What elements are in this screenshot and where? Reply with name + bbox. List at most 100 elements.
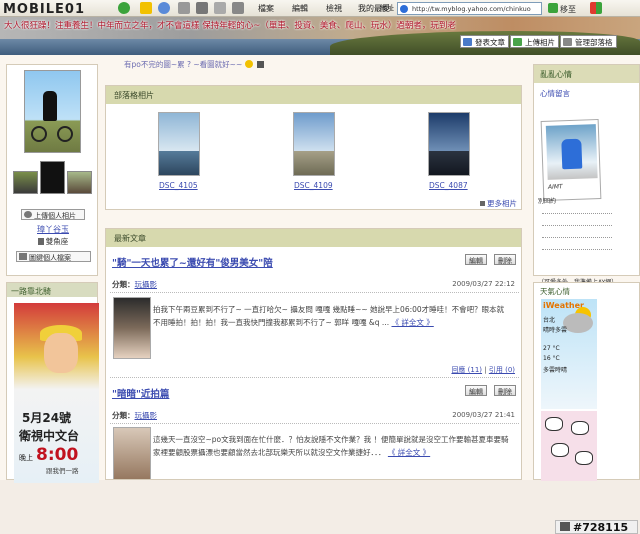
profile-details-label: 圖鍵個人檔案 [29, 254, 71, 262]
photo-caption-2[interactable]: DSC_4109 [294, 181, 333, 190]
article-2-date: 2009/03/27 21:41 [452, 411, 515, 419]
smiley-icon [244, 60, 253, 68]
go-arrow-icon [548, 3, 558, 13]
ad-face [44, 333, 78, 373]
weather-rain: 多雲時晴 [543, 367, 568, 374]
ad-time: 晚上 8:00 [19, 445, 79, 465]
article-1-date: 2009/03/27 22:12 [452, 280, 515, 288]
mood-header: 亂亂心情 [534, 65, 639, 83]
cow-decoration [541, 411, 597, 481]
ie-page-icon [400, 5, 408, 13]
person-icon [37, 238, 44, 245]
weather-low: 16 °C [543, 355, 560, 362]
article-2-excerpt: 這幾天一直沒空~po文我到面在忙什麼．？怕友說隱不文作業？我 ！便簡單說就是沒空… [153, 435, 509, 457]
blog-title: 大人很狂躁！注重養生！中年而立之年，才不會這樣 保持年輕的心~（單車、投資、美食… [4, 21, 456, 31]
article-1-excerpt: 拍我下午兩豆累到不行了~ 一直打哈欠~ 攝友問 嘎嘎 幾點睡~~ 她說早上06:… [153, 305, 505, 327]
photo-caption-3[interactable]: DSC_4087 [429, 181, 468, 190]
go-label: 移至 [560, 5, 576, 14]
mood-panel: 亂亂心情 心情留言 AIMT 別回約 （可愛多外 - 我準備上AY網） [533, 64, 640, 286]
blog-photos-panel: 部落格相片 DSC_4105 DSC_4109 DSC_4087 更多相片 [105, 85, 522, 210]
weather-box[interactable]: iWeather 台北 晴時多雲 27 °C 16 °C 多雲時晴 [541, 299, 597, 409]
upload-profile-label: 上傳個人相片 [34, 212, 76, 220]
favorites-star-icon[interactable] [140, 2, 152, 14]
counter-icon [560, 522, 570, 531]
post-article-button[interactable]: 發表文章 [460, 35, 509, 48]
pencil-icon [463, 38, 472, 46]
mood-polaroid: AIMT [540, 119, 602, 201]
blog-banner: 大人很狂躁！注重養生！中年而立之年，才不會這樣 保持年輕的心~（單車、投資、美食… [0, 17, 640, 55]
weather-desc: 晴時多雲 [543, 327, 568, 334]
article-1-footer: 回應 (11) | 引用 (0) [451, 366, 515, 374]
tools-icon[interactable] [232, 2, 244, 14]
mood-note-lines [542, 203, 612, 263]
blog-subtitle: 有po不完的圖~累 ? ~看圖就好~~ [124, 59, 265, 70]
menu-file[interactable]: 檔案 [258, 3, 274, 14]
camera-icon [24, 211, 32, 218]
windows-flag-icon [590, 2, 602, 14]
tv-show-ad-image[interactable]: 5月24號 衛視中文台 晚上 8:00 跟我們一路 [14, 303, 99, 483]
article-2-image[interactable] [113, 427, 151, 479]
upload-profile-photo-button[interactable]: 上傳個人相片 [21, 209, 85, 220]
left-advertisement: 一路靠北騎 5月24號 衛視中文台 晚上 8:00 跟我們一路 [6, 282, 99, 483]
article-1-delete-button[interactable]: 刪除 [494, 254, 516, 265]
profile-details-button[interactable]: 圖鍵個人檔案 [16, 251, 91, 262]
article-title-2[interactable]: "暗暗"近拍篇 [112, 386, 169, 400]
go-button[interactable]: 移至 [546, 2, 586, 15]
address-label: 網址 [380, 4, 394, 12]
profile-thumb-3[interactable] [67, 171, 92, 194]
ad-date: 5月24號 [22, 411, 72, 425]
mood-message-link[interactable]: 心情留言 [540, 88, 570, 99]
menu-edit[interactable]: 編輯 [292, 3, 308, 14]
ad-channel: 衛視中文台 [19, 429, 80, 443]
profile-thumb-2[interactable] [40, 161, 65, 194]
latest-articles-panel: 最新文章 "騎"一天也累了~還好有"俊男美女"陪 編輯 刪除 分類：玩攝影 20… [105, 228, 522, 480]
settings-icon [563, 38, 572, 46]
profile-card-icon [19, 253, 27, 260]
left-ad-header: 一路靠北騎 [7, 283, 97, 297]
edit-subtitle-icon[interactable] [257, 61, 265, 68]
mobile01-logo: MOBILE01 [3, 2, 85, 17]
cyclist-figure [43, 91, 57, 121]
upload-photo-button[interactable]: 上傳相片 [510, 35, 559, 48]
mail-icon[interactable] [214, 2, 226, 14]
bike-wheel-back [31, 126, 47, 142]
weather-widget: 天氣心情 iWeather 台北 晴時多雲 27 °C 16 °C 多雲時晴 [533, 282, 640, 481]
polaroid-caption: AIMT [547, 183, 563, 191]
address-value: http://tw.myblog.yahoo.com/chinkuo [412, 5, 531, 13]
blog-main: 有po不完的圖~累 ? ~看圖就好~~ 上傳個人相片 璋丫谷玉 雙魚座 圖鍵個人… [0, 55, 640, 534]
article-1-category: 分類：玩攝影 [112, 280, 157, 289]
visitor-counter: #728115 [555, 520, 638, 534]
post-article-label: 發表文章 [475, 38, 505, 47]
article-title-1[interactable]: "騎"一天也累了~還好有"俊男美女"陪 [112, 255, 273, 269]
manage-blog-label: 管理部落格 [575, 38, 613, 47]
photo-icon [513, 38, 522, 46]
print-icon[interactable] [196, 2, 208, 14]
weather-temp: 27 °C [543, 345, 560, 352]
polaroid-photo [545, 124, 598, 180]
profile-name-link[interactable]: 璋丫谷玉 [7, 224, 99, 235]
upload-photo-label: 上傳相片 [525, 38, 555, 47]
manage-blog-button[interactable]: 管理部落格 [560, 35, 617, 48]
article-2-edit-button[interactable]: 編輯 [465, 385, 487, 396]
weather-header: 天氣心情 [540, 287, 570, 296]
article-1-image[interactable] [113, 297, 151, 359]
photo-caption-1[interactable]: DSC_4105 [159, 181, 198, 190]
article-1-edit-button[interactable]: 編輯 [465, 254, 487, 265]
ad-footer: 跟我們一路 [46, 467, 79, 475]
article-2-delete-button[interactable]: 刪除 [494, 385, 516, 396]
bike-wheel-front [57, 126, 73, 142]
photo-thumb-2[interactable] [293, 112, 335, 176]
photo-thumb-1[interactable] [158, 112, 200, 176]
profile-thumb-1[interactable] [13, 171, 38, 194]
photos-header: 部落格相片 [106, 86, 521, 104]
menu-view[interactable]: 檢視 [326, 3, 342, 14]
browser-toolbar: MOBILE01 檔案 編輯 檢視 我的最愛 網址 http://tw.mybl… [0, 0, 640, 17]
back-icon[interactable] [118, 2, 130, 14]
refresh-icon[interactable] [158, 2, 170, 14]
profile-panel: 上傳個人相片 璋丫谷玉 雙魚座 圖鍵個人檔案 [6, 64, 98, 276]
more-photos-link[interactable]: 更多相片 [480, 198, 517, 209]
home-icon[interactable] [178, 2, 190, 14]
photo-thumb-3[interactable] [428, 112, 470, 176]
profile-nickname: 雙魚座 [7, 236, 99, 247]
address-bar[interactable]: http://tw.myblog.yahoo.com/chinkuo [397, 2, 542, 15]
